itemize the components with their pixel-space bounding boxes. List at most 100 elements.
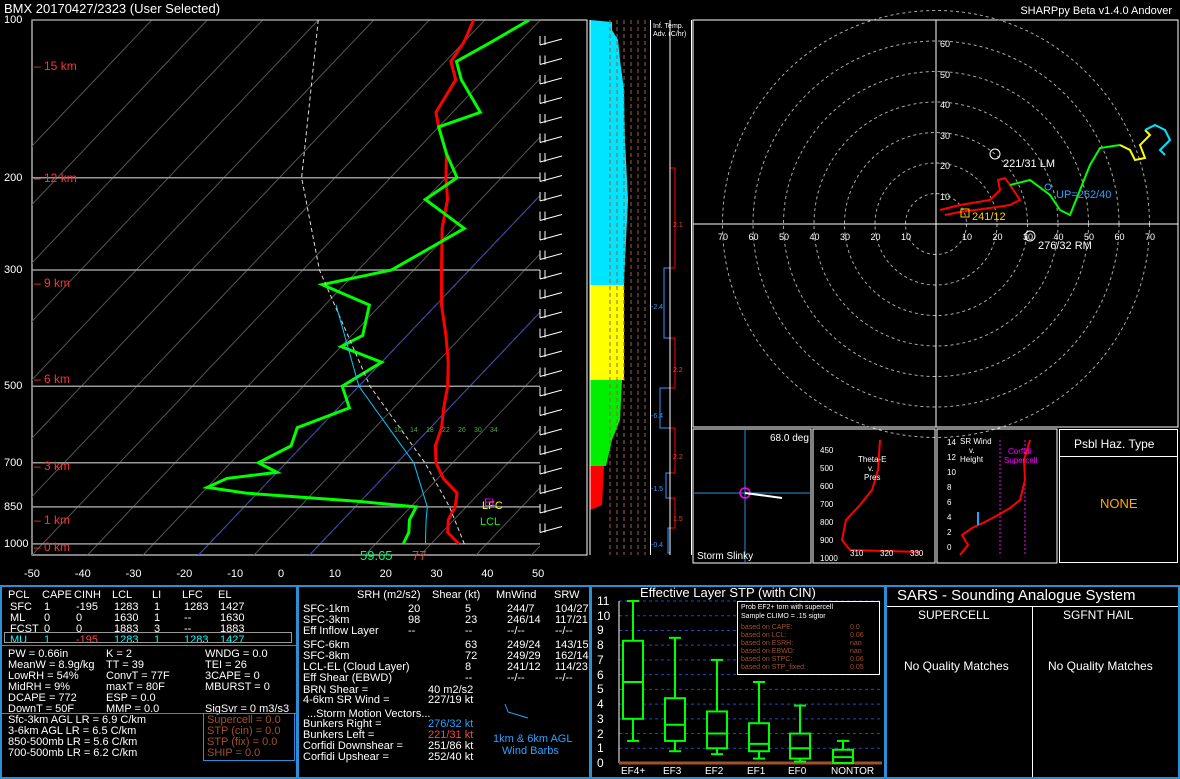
temp-adv-value: 1.5 bbox=[673, 516, 683, 523]
stp-category: EF3 bbox=[663, 766, 682, 777]
mixing-ratio-label: 34 bbox=[490, 427, 498, 434]
hodo-y-label: 50 bbox=[940, 69, 951, 80]
hodo-x-label-left: 10 bbox=[901, 232, 912, 242]
theta-y-label: 900 bbox=[820, 536, 834, 545]
pressure-label: 1000 bbox=[4, 537, 29, 550]
stp-legend-value: 0.06 bbox=[850, 632, 864, 639]
sars-supercell-header: SUPERCELL bbox=[918, 608, 990, 622]
theta-x-label: 320 bbox=[880, 549, 894, 558]
stp-y-label: 11 bbox=[597, 594, 610, 608]
theta-x-label: 310 bbox=[850, 549, 864, 558]
mixing-ratio-label: 22 bbox=[442, 427, 450, 434]
sars-hail-header: SGFNT HAIL bbox=[1063, 608, 1134, 622]
stp-legend-label: based on STP_fixed: bbox=[741, 664, 806, 671]
temp-adv-value: 2.2 bbox=[673, 367, 683, 374]
temp-tick: 20 bbox=[379, 568, 392, 580]
version-label: SHARPpy Beta v1.4.0 Andover bbox=[1020, 5, 1172, 17]
mixing-ratio-label: 14 bbox=[410, 427, 418, 434]
temp-tick: -50 bbox=[24, 568, 40, 580]
height-label: – 9 km bbox=[34, 276, 71, 290]
kin-header: MnWind bbox=[496, 589, 537, 601]
sr-wind46-value: 227/19 kt bbox=[428, 694, 474, 706]
stp-y-label: 6 bbox=[597, 667, 604, 682]
lapse-rate: 700-500mb LR = 6.2 C/km bbox=[8, 747, 138, 759]
stp-legend-value: 0.06 bbox=[850, 656, 864, 663]
kin-header: SRW bbox=[554, 589, 580, 601]
surface-t-label: 77 bbox=[412, 548, 427, 563]
pressure-label: 100 bbox=[4, 14, 23, 26]
kin-row-label: Eff Shear (EBWD) bbox=[303, 672, 393, 684]
hodo-x-label-right: 10 bbox=[962, 232, 973, 242]
kin-cell: -- bbox=[465, 625, 473, 637]
sr-y-label: 0 bbox=[947, 543, 952, 552]
stp-category: EF0 bbox=[788, 766, 807, 777]
height-label: – 1 km bbox=[34, 513, 71, 527]
theta-y-label: 800 bbox=[820, 518, 834, 527]
barbs-label2: Wind Barbs bbox=[502, 745, 559, 757]
sr-y-label: 6 bbox=[947, 498, 952, 507]
theta-e-label2: v. bbox=[868, 464, 874, 473]
pressure-label: 300 bbox=[4, 263, 23, 276]
stp-legend-label: based on ESRH: bbox=[741, 640, 794, 647]
mixing-ratio-label: 30 bbox=[474, 427, 482, 434]
stp-y-label: 0 bbox=[597, 756, 604, 770]
theta-y-label: 450 bbox=[820, 446, 834, 455]
sars-hail-result: No Quality Matches bbox=[1048, 659, 1153, 673]
theta-y-label: 500 bbox=[820, 464, 834, 473]
pressure-label: 200 bbox=[4, 171, 23, 184]
parcel-header: CAPE bbox=[42, 589, 72, 601]
temp-adv-value: -6.4 bbox=[651, 413, 664, 420]
parcel-trace bbox=[301, 20, 465, 545]
mixing-ratio-label: 10 bbox=[394, 427, 402, 434]
pressure-label: 700 bbox=[4, 456, 23, 469]
hodo-x-label-right: 30 bbox=[1023, 232, 1034, 242]
temp-tick: -30 bbox=[125, 568, 142, 580]
theta-e-label1: Theta-E bbox=[858, 455, 887, 464]
selected-parcel-row[interactable] bbox=[4, 632, 292, 643]
mixing-ratio-label: 26 bbox=[458, 427, 466, 434]
parcel-header: CINH bbox=[74, 589, 101, 601]
hodo-x-label-right: 70 bbox=[1145, 232, 1156, 242]
parcel-header: EL bbox=[218, 589, 232, 601]
stp-category: EF1 bbox=[747, 766, 766, 777]
sr-y-label: 12 bbox=[947, 453, 956, 462]
dewpoint-trace bbox=[202, 20, 530, 545]
kin-cell: --/-- bbox=[507, 625, 525, 637]
parcel-header: PCL bbox=[8, 589, 30, 601]
corfidi-label: Corfidi bbox=[1008, 447, 1032, 456]
stp-legend-label: based on STPC: bbox=[741, 656, 793, 663]
pressure-label: 850 bbox=[4, 500, 23, 513]
stp-y-label: 8 bbox=[597, 638, 604, 653]
temp-adv-value: -1.5 bbox=[651, 486, 664, 493]
theta-y-label: 1000 bbox=[820, 554, 838, 563]
theta-y-label: 700 bbox=[820, 500, 834, 509]
stp-y-label: 1 bbox=[597, 741, 604, 756]
hodo-x-label-left: 50 bbox=[779, 232, 790, 242]
temp-tick: -40 bbox=[74, 568, 91, 580]
temp-tick: 30 bbox=[430, 568, 443, 580]
hodo-y-label: 30 bbox=[940, 130, 951, 141]
stp-y-label: 2 bbox=[597, 726, 604, 741]
stp-category: NONTOR bbox=[831, 766, 875, 777]
stp-legend-value: nan bbox=[850, 648, 862, 655]
kin-cell: -- bbox=[408, 625, 416, 637]
supercell-label: Supercell bbox=[1004, 456, 1038, 465]
sr-wind46-label: 4-6km SR Wind = bbox=[303, 694, 390, 706]
hazard-value: NONE bbox=[1100, 496, 1138, 511]
stp-legend-title2: Sample CLIMO = .15 sigtor bbox=[741, 613, 826, 620]
temp-tick: -20 bbox=[176, 568, 193, 580]
kin-cell: --/-- bbox=[555, 625, 573, 637]
stp-legend-label: based on EBWD: bbox=[741, 648, 795, 655]
height-label: – 3 km bbox=[34, 459, 71, 473]
stp-y-label: 5 bbox=[597, 682, 604, 697]
inf-temp-adv-panel: Inf. Temp. Adv. (C/hr) bbox=[650, 20, 692, 555]
slinky-deg: 68.0 deg bbox=[770, 433, 809, 444]
kin-cell: -- bbox=[465, 672, 473, 684]
sars-title: SARS - Sounding Analogue System bbox=[897, 587, 1136, 604]
hodo-x-label-left: 30 bbox=[840, 232, 851, 242]
hazard-panel: Psbl Haz. Type NONE bbox=[1059, 429, 1178, 563]
pressure-label: 500 bbox=[4, 380, 23, 393]
temp-tick: 50 bbox=[532, 568, 545, 580]
sr-wind-label3: Height bbox=[960, 455, 984, 464]
stp-y-label: 9 bbox=[597, 623, 604, 638]
